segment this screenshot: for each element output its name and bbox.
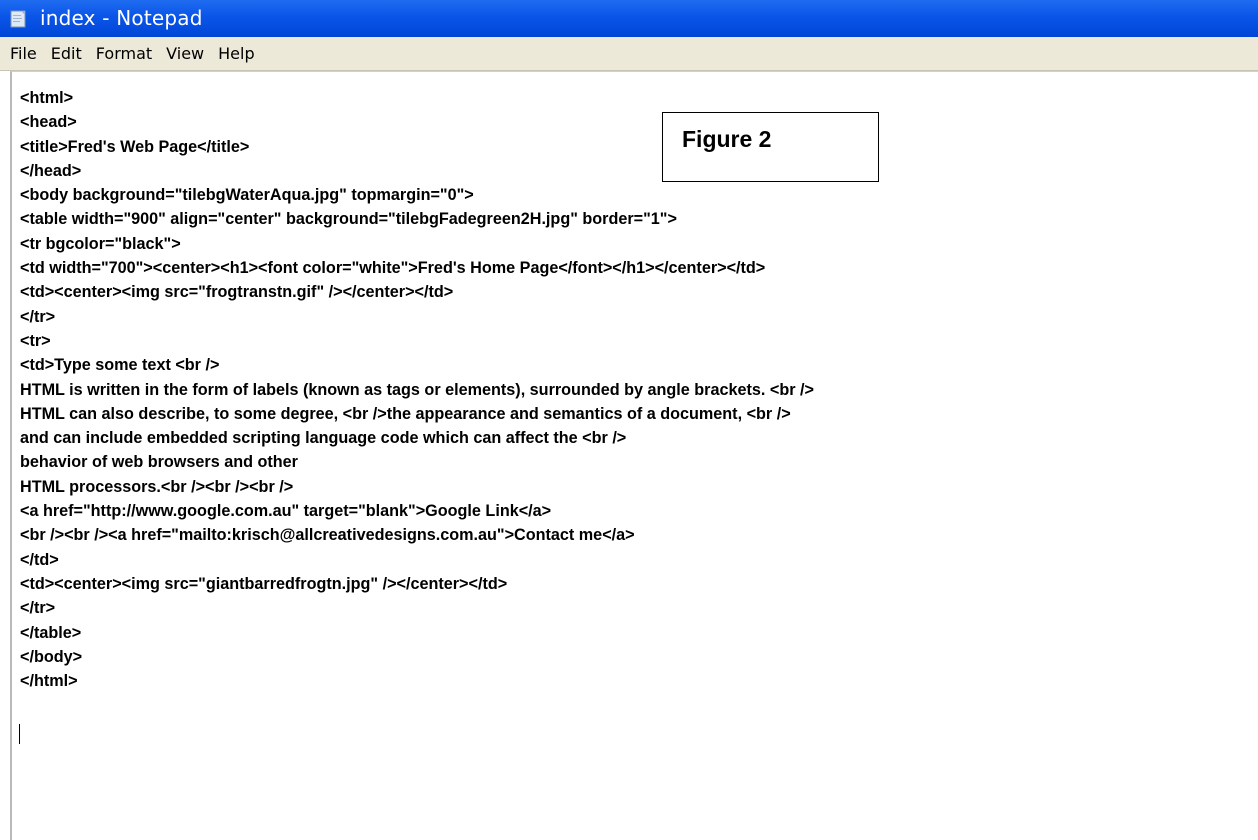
code-line: </html> <box>20 672 78 691</box>
code-line: <tr bgcolor="black"> <box>20 234 181 253</box>
text-editor[interactable]: <html> <head> <title>Fred's Web Page</ti… <box>10 71 1258 840</box>
code-line: </td> <box>20 550 59 569</box>
code-line: behavior of web browsers and other <box>20 453 298 472</box>
code-line: </tr> <box>20 307 56 326</box>
code-line: <body background="tilebgWaterAqua.jpg" t… <box>20 186 474 205</box>
code-line: <a href="http://www.google.com.au" targe… <box>20 502 552 521</box>
code-line: <br /><br /><a href="mailto:krisch@allcr… <box>20 526 635 545</box>
code-line: </tr> <box>20 599 56 618</box>
code-line: and can include embedded scripting langu… <box>20 429 627 448</box>
menu-bar: File Edit Format View Help <box>0 37 1258 71</box>
notepad-icon[interactable] <box>8 9 30 29</box>
code-line: <td><center><img src="frogtranstn.gif" /… <box>20 283 454 302</box>
code-line: HTML can also describe, to some degree, … <box>20 404 791 423</box>
code-line: <td>Type some text <br /> <box>20 356 220 375</box>
code-line: <td width="700"><center><h1><font color=… <box>20 259 766 278</box>
code-line: </body> <box>20 647 83 666</box>
menu-file[interactable]: File <box>0 44 44 63</box>
menu-view[interactable]: View <box>159 44 211 63</box>
title-bar[interactable]: index - Notepad <box>0 0 1258 37</box>
menu-edit[interactable]: Edit <box>44 44 89 63</box>
text-caret <box>19 724 20 744</box>
window-title: index - Notepad <box>40 6 203 30</box>
code-line: <tr> <box>20 331 51 350</box>
figure-label: Figure 2 <box>682 126 772 152</box>
code-line: <table width="900" align="center" backgr… <box>20 210 677 229</box>
code-line: HTML is written in the form of labels (k… <box>20 380 814 399</box>
code-line: </table> <box>20 623 82 642</box>
code-line: HTML processors.<br /><br /><br /> <box>20 477 294 496</box>
menu-format[interactable]: Format <box>89 44 159 63</box>
code-line: <td><center><img src="giantbarredfrogtn.… <box>20 574 508 593</box>
notepad-window: index - Notepad File Edit Format View He… <box>0 0 1258 840</box>
menu-help[interactable]: Help <box>211 44 261 63</box>
figure-annotation-box: Figure 2 <box>662 112 879 182</box>
code-line: <html> <box>20 89 74 107</box>
